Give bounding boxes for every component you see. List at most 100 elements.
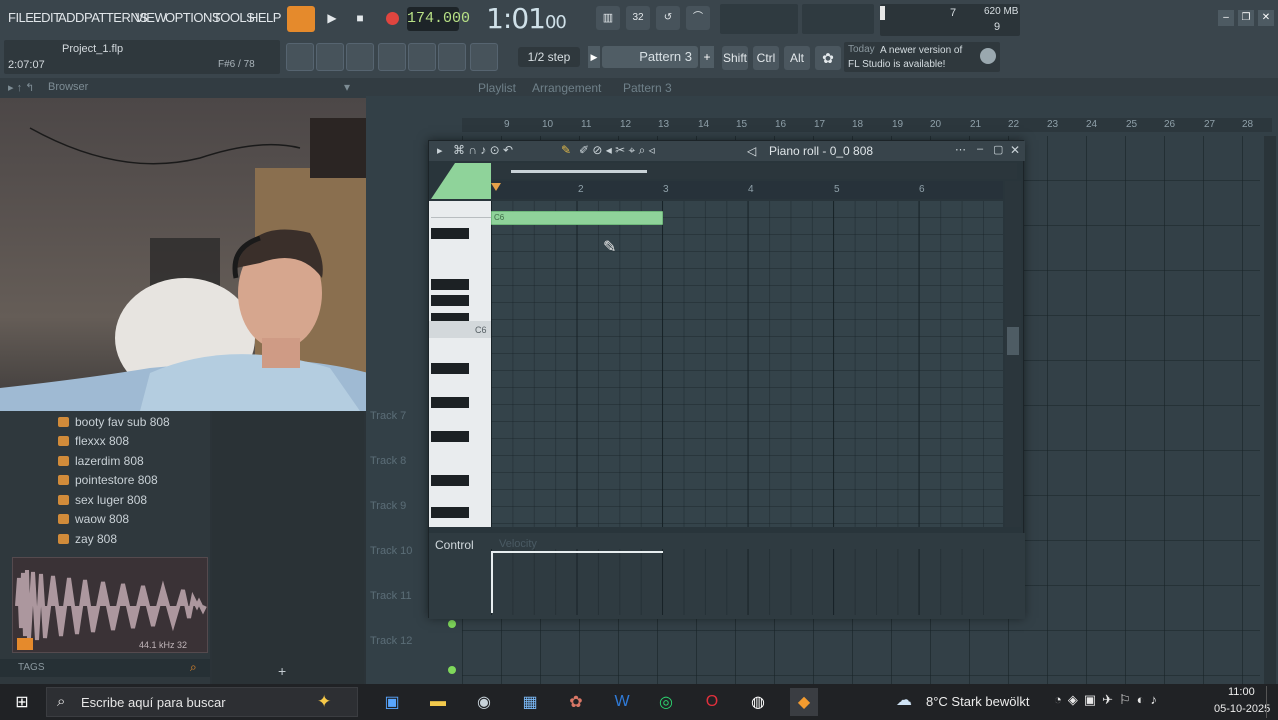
search-icon[interactable]: ⌕: [190, 660, 197, 675]
close-icon[interactable]: ✕: [1010, 143, 1020, 157]
minimize-icon[interactable]: –: [1218, 10, 1234, 26]
play-sample-icon[interactable]: [17, 638, 33, 650]
weather-widget[interactable]: ☁ 8°C Stark bewölkt: [896, 690, 1046, 712]
menu-add[interactable]: ADD: [58, 10, 84, 25]
piano-key-black[interactable]: [431, 228, 469, 239]
channel-rack-icon[interactable]: [378, 43, 406, 71]
news-panel[interactable]: Today A newer version of FL Studio is av…: [844, 42, 1000, 72]
piano-key-white[interactable]: [431, 201, 491, 218]
track-label[interactable]: Track 12: [370, 635, 412, 647]
track-label[interactable]: Track 7: [370, 410, 406, 422]
snap-select[interactable]: 1/2 step: [518, 47, 580, 67]
scrollbar-thumb[interactable]: [511, 170, 647, 173]
browser-item[interactable]: booty fav sub 808: [58, 415, 170, 429]
menu-options[interactable]: OPTIONS: [165, 10, 221, 25]
window-menu-icon[interactable]: ⋯: [955, 143, 966, 156]
browser-item[interactable]: zay 808: [58, 532, 117, 546]
fl-studio-icon[interactable]: ◆: [790, 688, 818, 716]
piano-key-black[interactable]: [431, 431, 469, 442]
clock-time[interactable]: 11:00: [1228, 686, 1255, 698]
ctrl-button[interactable]: Ctrl: [753, 46, 779, 70]
browser-item[interactable]: lazerdim 808: [58, 454, 144, 468]
piano-key-black[interactable]: [431, 475, 469, 486]
piano-key-black[interactable]: [431, 363, 469, 374]
pattern-prev-icon[interactable]: ▶: [588, 46, 600, 68]
pattern-song-toggle[interactable]: [287, 6, 315, 32]
record-button[interactable]: [380, 6, 404, 30]
windows-start-icon[interactable]: ⊞: [8, 688, 36, 716]
mixer-icon[interactable]: [408, 43, 436, 71]
scrollbar-thumb[interactable]: [1007, 327, 1019, 355]
menu-edit[interactable]: EDIT: [33, 10, 61, 25]
browser-item[interactable]: waow 808: [58, 512, 129, 526]
browser-item[interactable]: flexxx 808: [58, 434, 129, 448]
piano-key-black[interactable]: [431, 397, 469, 408]
browser-item[interactable]: pointestore 808: [58, 473, 158, 487]
browser-item[interactable]: sex luger 808: [58, 493, 147, 507]
playlist-icon[interactable]: [316, 43, 344, 71]
calculator-icon[interactable]: ▦: [516, 688, 544, 716]
obs-icon[interactable]: ◍: [744, 688, 772, 716]
track-label[interactable]: Track 9: [370, 500, 406, 512]
news-icon[interactable]: ✿: [815, 46, 841, 70]
piano-key-black[interactable]: [431, 279, 469, 290]
step-edit-icon[interactable]: 32: [626, 6, 650, 30]
playlist-ruler[interactable]: 9 10 11 12 13 14 15 16 17 18 19 20 21 22…: [462, 118, 1272, 132]
piano-keyboard[interactable]: C6: [429, 201, 491, 527]
whatsapp-icon[interactable]: ◎: [652, 688, 680, 716]
playhead-marker[interactable]: [491, 183, 501, 191]
alt-button[interactable]: Alt: [784, 46, 810, 70]
add-pattern-icon[interactable]: +: [700, 46, 714, 68]
velocity-bar[interactable]: [491, 551, 493, 613]
system-tray-icons[interactable]: ◔◈▣✈⚐◐♪: [1054, 692, 1204, 712]
file-explorer-icon[interactable]: ▬: [424, 688, 452, 716]
tool-icons[interactable]: ✐ ⊘ ◂ ✂ ⌖ ⌕ ◃: [579, 143, 655, 158]
track-led[interactable]: [448, 620, 456, 628]
piano-roll-ruler[interactable]: 2 3 4 5 6: [491, 181, 1003, 199]
menu-view[interactable]: VIEW: [135, 10, 167, 25]
midi-note[interactable]: C6: [491, 211, 663, 225]
breadcrumb-pattern[interactable]: Pattern 3: [623, 81, 672, 95]
pattern-picker[interactable]: [720, 4, 798, 34]
magnet-icon[interactable]: ⌘ ∩ ♪ ⊙ ↶: [453, 143, 513, 157]
add-icon[interactable]: +: [278, 663, 286, 679]
piano-roll-icon[interactable]: [346, 43, 374, 71]
store-icon[interactable]: ▣: [378, 688, 406, 716]
breadcrumb-arrangement[interactable]: Arrangement: [532, 81, 601, 95]
clock-date[interactable]: 05-10-2025: [1214, 703, 1270, 715]
camera-icon[interactable]: ◉: [470, 688, 498, 716]
sample-preview[interactable]: 44.1 kHz 32: [12, 557, 208, 653]
close-icon[interactable]: ✕: [1258, 10, 1274, 26]
snap-icon[interactable]: [286, 43, 314, 71]
track-label[interactable]: Track 10: [370, 545, 412, 557]
vertical-scrollbar[interactable]: [1005, 181, 1021, 527]
control-label[interactable]: Control: [435, 538, 474, 552]
breadcrumb-playlist[interactable]: Playlist: [478, 81, 516, 95]
pattern-selector[interactable]: Pattern 3: [602, 46, 698, 68]
show-desktop[interactable]: [1266, 686, 1278, 718]
microphone-icon[interactable]: [470, 43, 498, 71]
opera-icon[interactable]: O: [698, 688, 726, 716]
note-preview-tab[interactable]: [431, 163, 491, 199]
stop-button[interactable]: ■: [348, 6, 372, 30]
plugin-picker-icon[interactable]: [438, 43, 466, 71]
playlist-scrollbar[interactable]: [1264, 136, 1276, 694]
browser-nav-icons[interactable]: ▸ ↑ ↰: [8, 81, 34, 94]
minimize-icon[interactable]: –: [977, 143, 983, 155]
taskbar-search[interactable]: ⌕ Escribe aquí para buscar ✦: [46, 687, 358, 717]
piano-key-black[interactable]: [431, 507, 469, 518]
loop-record-icon[interactable]: ↺: [656, 6, 680, 30]
keyboard-icon[interactable]: ▥: [596, 6, 620, 30]
word-icon[interactable]: W: [608, 688, 636, 716]
track-label[interactable]: Track 8: [370, 455, 406, 467]
time-display[interactable]: 1:0100: [470, 2, 582, 36]
note-grid[interactable]: C6 ✎: [491, 201, 1003, 527]
browser-options-icon[interactable]: ▾: [344, 80, 350, 94]
horizontal-scrollbar[interactable]: [491, 163, 1017, 179]
track-led[interactable]: [448, 666, 456, 674]
track-label[interactable]: Track 11: [370, 590, 412, 602]
piano-key-black[interactable]: [431, 295, 469, 306]
play-button[interactable]: ▶: [320, 6, 344, 30]
velocity-grid[interactable]: [491, 549, 1003, 615]
metronome-icon[interactable]: ⌒: [686, 6, 710, 30]
